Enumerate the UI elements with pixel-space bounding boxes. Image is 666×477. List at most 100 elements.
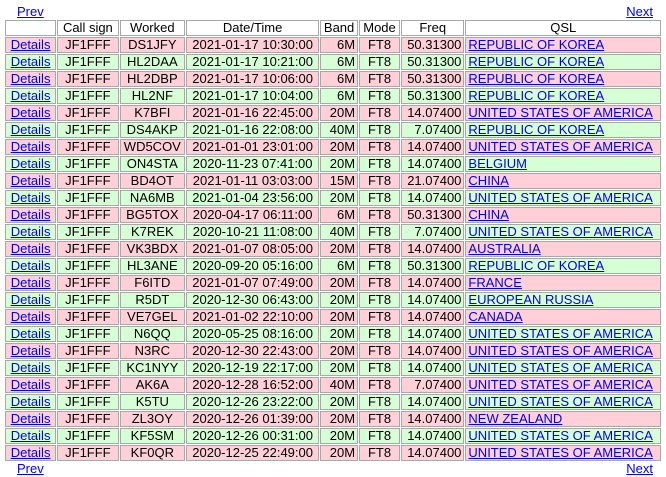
qsl-link[interactable]: UNITED STATES OF AMERICA [468, 225, 652, 239]
qsl-link[interactable]: UNITED STATES OF AMERICA [468, 344, 652, 358]
details-link-cell: Details [5, 173, 57, 189]
band-cell: 20M [320, 105, 359, 121]
datetime-cell: 2021-01-07 08:05:00 [186, 241, 320, 257]
qsl-link[interactable]: CHINA [468, 208, 508, 222]
header-call-sign: Call sign [57, 20, 119, 36]
prev-link-top[interactable]: Prev [17, 5, 44, 19]
details-link[interactable]: Details [11, 429, 51, 443]
freq-cell: 14.07400 [400, 292, 465, 308]
band-cell: 6M [320, 54, 359, 70]
worked-cell: DS1JFY [119, 37, 186, 53]
details-link[interactable]: Details [11, 72, 51, 86]
details-link[interactable]: Details [11, 242, 51, 256]
details-link[interactable]: Details [11, 310, 51, 324]
table-row: Details JF1FFF K5TU 2020-12-26 23:22:00 20M F… [5, 394, 661, 410]
details-link[interactable]: Details [11, 276, 51, 290]
details-link[interactable]: Details [11, 55, 51, 69]
qsl-link[interactable]: UNITED STATES OF AMERICA [468, 395, 652, 409]
next-link-top[interactable]: Next [626, 5, 653, 19]
qsl-link[interactable]: REPUBLIC OF KOREA [468, 55, 604, 69]
details-link[interactable]: Details [11, 395, 51, 409]
details-link[interactable]: Details [11, 259, 51, 273]
qsl-link-cell: REPUBLIC OF KOREA [465, 37, 661, 53]
details-link[interactable]: Details [11, 106, 51, 120]
details-link[interactable]: Details [11, 225, 51, 239]
worked-cell: HL2NF [119, 88, 186, 104]
table-row: Details JF1FFF VK3BDX 2021-01-07 08:05:00 20… [5, 241, 661, 257]
details-link-cell: Details [5, 309, 57, 325]
call-sign-cell: JF1FFF [57, 258, 119, 274]
next-link-bottom[interactable]: Next [626, 462, 653, 476]
qsl-link[interactable]: BELGIUM [468, 157, 527, 171]
details-link[interactable]: Details [11, 191, 51, 205]
qsl-link[interactable]: FRANCE [468, 276, 521, 290]
header-band: Band [320, 20, 359, 36]
details-link[interactable]: Details [11, 89, 51, 103]
qsl-link[interactable]: REPUBLIC OF KOREA [468, 72, 604, 86]
freq-cell: 14.07400 [400, 360, 465, 376]
datetime-cell: 2021-01-04 23:56:00 [186, 190, 320, 206]
details-link[interactable]: Details [11, 344, 51, 358]
details-link[interactable]: Details [11, 412, 51, 426]
qsl-link[interactable]: CANADA [468, 310, 522, 324]
details-link-cell: Details [5, 326, 57, 342]
details-link[interactable]: Details [11, 208, 51, 222]
call-sign-cell: JF1FFF [57, 428, 119, 444]
freq-cell: 14.07400 [400, 275, 465, 291]
qsl-link[interactable]: REPUBLIC OF KOREA [468, 123, 604, 137]
qsl-link[interactable]: UNITED STATES OF AMERICA [468, 361, 652, 375]
mode-cell: FT8 [359, 54, 400, 70]
qsl-link-cell: UNITED STATES OF AMERICA [465, 394, 661, 410]
freq-cell: 50.31300 [400, 71, 465, 87]
details-link[interactable]: Details [11, 140, 51, 154]
qsl-link[interactable]: EUROPEAN RUSSIA [468, 293, 593, 307]
details-link-cell: Details [5, 190, 57, 206]
qsl-link-cell: CHINA [465, 207, 661, 223]
call-sign-cell: JF1FFF [57, 411, 119, 427]
qsl-link[interactable]: UNITED STATES OF AMERICA [468, 191, 652, 205]
details-link[interactable]: Details [11, 157, 51, 171]
qsl-link[interactable]: NEW ZEALAND [468, 412, 562, 426]
details-link[interactable]: Details [11, 293, 51, 307]
qsl-link-cell: UNITED STATES OF AMERICA [465, 428, 661, 444]
bottom-nav-row: Prev Next [5, 462, 661, 476]
freq-cell: 14.07400 [400, 105, 465, 121]
details-link[interactable]: Details [11, 327, 51, 341]
mode-cell: FT8 [359, 258, 400, 274]
details-link[interactable]: Details [11, 38, 51, 52]
qsl-link[interactable]: REPUBLIC OF KOREA [468, 89, 604, 103]
band-cell: 20M [320, 360, 359, 376]
qsl-link[interactable]: UNITED STATES OF AMERICA [468, 106, 652, 120]
qsl-link-cell: UNITED STATES OF AMERICA [465, 105, 661, 121]
details-link-cell: Details [5, 122, 57, 138]
qsl-link[interactable]: CHINA [468, 174, 508, 188]
qsl-link[interactable]: UNITED STATES OF AMERICA [468, 378, 652, 392]
header-mode: Mode [359, 20, 400, 36]
prev-link-bottom[interactable]: Prev [17, 462, 44, 476]
table-row: Details JF1FFF HL2NF 2021-01-17 10:04:00 6M F… [5, 88, 661, 104]
details-link[interactable]: Details [11, 446, 51, 460]
freq-cell: 14.07400 [400, 139, 465, 155]
table-row: Details JF1FFF NA6MB 2021-01-04 23:56:00 20M… [5, 190, 661, 206]
qsl-link[interactable]: REPUBLIC OF KOREA [468, 38, 604, 52]
details-link[interactable]: Details [11, 378, 51, 392]
details-link[interactable]: Details [11, 123, 51, 137]
mode-cell: FT8 [359, 190, 400, 206]
call-sign-cell: JF1FFF [57, 309, 119, 325]
mode-cell: FT8 [359, 122, 400, 138]
qsl-link[interactable]: REPUBLIC OF KOREA [468, 259, 604, 273]
qsl-link-cell: REPUBLIC OF KOREA [465, 258, 661, 274]
details-link[interactable]: Details [11, 174, 51, 188]
header-details [5, 20, 57, 36]
qsl-link[interactable]: UNITED STATES OF AMERICA [468, 429, 652, 443]
qsl-link[interactable]: UNITED STATES OF AMERICA [468, 446, 652, 460]
freq-cell: 14.07400 [400, 394, 465, 410]
header-row: Call sign Worked Date/Time Band Mode Fre… [5, 20, 661, 36]
details-link[interactable]: Details [11, 361, 51, 375]
qsl-link-cell: REPUBLIC OF KOREA [465, 71, 661, 87]
table-row: Details JF1FFF HL2DAA 2021-01-17 10:21:00 6M… [5, 54, 661, 70]
freq-cell: 14.07400 [400, 411, 465, 427]
qsl-link[interactable]: AUSTRALIA [468, 242, 540, 256]
qsl-link[interactable]: UNITED STATES OF AMERICA [468, 140, 652, 154]
qsl-link[interactable]: UNITED STATES OF AMERICA [468, 327, 652, 341]
